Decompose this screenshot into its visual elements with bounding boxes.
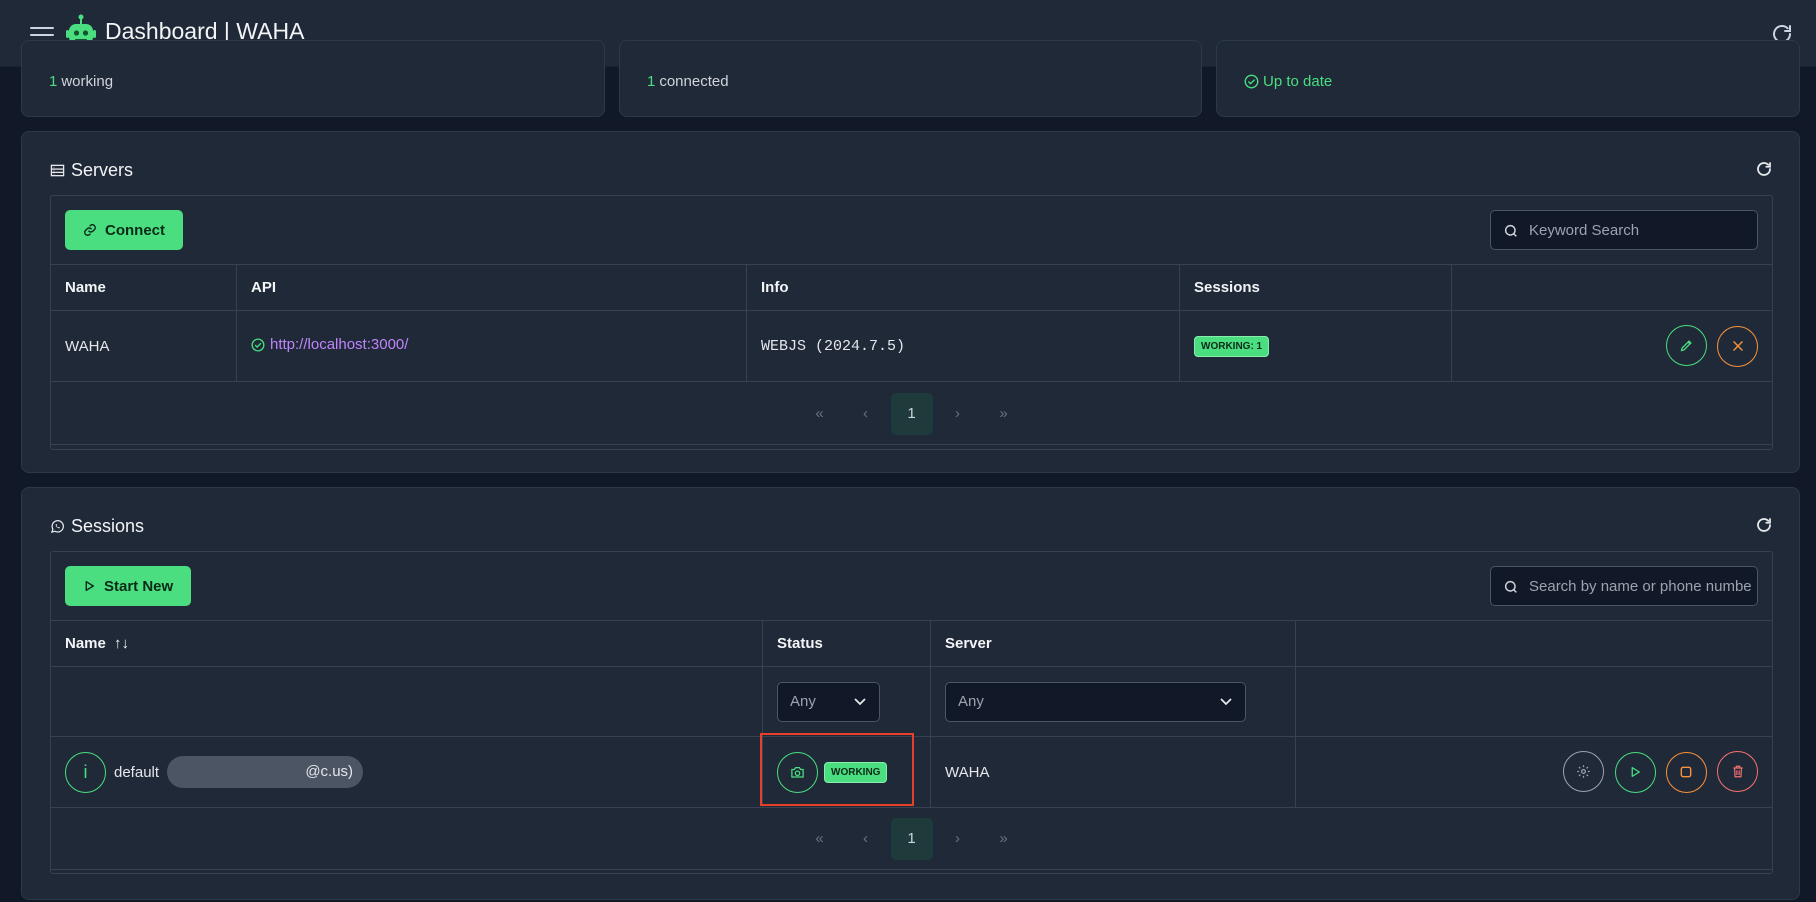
session-start-button[interactable]: [1614, 751, 1656, 793]
sessions-panel: Sessions Start New Name ↑↓ Status Server: [21, 487, 1800, 900]
trash-icon: [1732, 765, 1743, 778]
first-page-button[interactable]: «: [799, 393, 841, 435]
play-icon: [85, 580, 94, 592]
servers-pagination: « ‹ 1 › »: [50, 383, 1773, 445]
sessions-search-input[interactable]: [1527, 567, 1753, 605]
last-page-button[interactable]: »: [983, 393, 1025, 435]
servers-panel: Servers Connect Name API Info Sessions W…: [21, 131, 1800, 473]
stat-label: connected: [659, 73, 729, 90]
col-actions: [1295, 620, 1773, 667]
session-settings-button[interactable]: [1563, 751, 1605, 793]
gear-icon: [1577, 765, 1591, 778]
filter-row: Any Any: [50, 666, 1773, 737]
chevron-down-icon: [1220, 697, 1232, 705]
last-page-button[interactable]: »: [983, 818, 1025, 860]
remove-server-button[interactable]: [1717, 325, 1758, 367]
close-icon: [1732, 341, 1743, 352]
stat-number: 1: [647, 73, 656, 90]
sessions-search: [1490, 566, 1758, 606]
server-api-link[interactable]: http://localhost:3000/: [251, 336, 408, 353]
table-header-row: Name API Info Sessions: [50, 264, 1773, 311]
servers-title: Servers: [71, 160, 134, 180]
server-filter-select[interactable]: Any: [945, 681, 1246, 722]
refresh-servers-icon[interactable]: [1755, 160, 1773, 178]
servers-search-input[interactable]: [1527, 211, 1753, 249]
col-actions: [1451, 264, 1773, 311]
refresh-sessions-icon[interactable]: [1755, 516, 1773, 534]
stat-card-servers: 1 connected: [619, 40, 1202, 117]
session-stop-button[interactable]: [1665, 751, 1707, 793]
check-circle-icon: [251, 338, 265, 352]
connect-button[interactable]: Connect: [65, 210, 183, 250]
col-server: Server: [930, 620, 1296, 667]
servers-table: Name API Info Sessions WAHA http://local…: [50, 264, 1773, 382]
col-name: Name: [50, 264, 237, 311]
stat-number: 1: [49, 73, 58, 90]
chevron-down-icon: [854, 697, 866, 705]
server-name: WAHA: [50, 310, 237, 382]
session-server: WAHA: [930, 736, 1296, 808]
col-api: API: [236, 264, 747, 311]
stat-card-sessions: 1 working: [21, 40, 605, 117]
stat-label: working: [61, 73, 114, 90]
first-page-button[interactable]: «: [799, 818, 841, 860]
col-name[interactable]: Name ↑↓: [50, 620, 763, 667]
table-row: WAHA http://localhost:3000/ WEBJS (2024.…: [50, 310, 1773, 382]
stop-icon: [1680, 766, 1692, 778]
sessions-table: Name ↑↓ Status Server Any Any i default …: [50, 620, 1773, 808]
col-status: Status: [762, 620, 931, 667]
prev-page-button[interactable]: ‹: [845, 393, 887, 435]
sessions-title: Sessions: [71, 516, 145, 536]
screenshot-button[interactable]: [777, 751, 818, 793]
server-list-icon: [50, 164, 65, 177]
sessions-badge: WORKING: 1: [1194, 335, 1270, 357]
sessions-pagination: « ‹ 1 › »: [50, 808, 1773, 870]
table-row: i default @c.us) WORKING WAHA: [50, 736, 1773, 808]
status-badge: WORKING: [824, 761, 888, 783]
whatsapp-icon: [50, 520, 64, 534]
page-1-button[interactable]: 1: [890, 817, 933, 860]
edit-server-button[interactable]: [1665, 325, 1707, 367]
link-icon: [84, 224, 96, 236]
status-filter-select[interactable]: Any: [777, 681, 880, 722]
avatar[interactable]: i: [65, 751, 106, 793]
play-icon: [1631, 767, 1640, 778]
session-phone: @c.us): [167, 756, 364, 788]
stat-label: Up to date: [1263, 73, 1333, 90]
prev-page-button[interactable]: ‹: [845, 818, 887, 860]
next-page-button[interactable]: ›: [937, 818, 979, 860]
servers-table-container: Connect Name API Info Sessions WAHA http…: [50, 195, 1773, 450]
session-delete-button[interactable]: [1717, 751, 1758, 793]
table-header-row: Name ↑↓ Status Server: [50, 620, 1773, 667]
col-info: Info: [746, 264, 1180, 311]
search-icon: [1504, 580, 1517, 593]
pencil-icon: [1680, 340, 1692, 352]
session-name: default: [114, 763, 160, 781]
stat-card-version: Up to date: [1216, 40, 1800, 117]
start-new-button[interactable]: Start New: [65, 566, 192, 606]
col-sessions: Sessions: [1179, 264, 1452, 311]
camera-icon: [791, 767, 804, 778]
server-info: WEBJS (2024.7.5): [746, 310, 1180, 382]
check-circle-icon: [1244, 74, 1259, 89]
sort-icon[interactable]: ↑↓: [114, 635, 129, 652]
search-icon: [1504, 224, 1517, 237]
sessions-table-container: Start New Name ↑↓ Status Server Any: [50, 551, 1773, 874]
servers-search: [1490, 210, 1758, 250]
page-1-button[interactable]: 1: [890, 392, 933, 435]
next-page-button[interactable]: ›: [937, 393, 979, 435]
